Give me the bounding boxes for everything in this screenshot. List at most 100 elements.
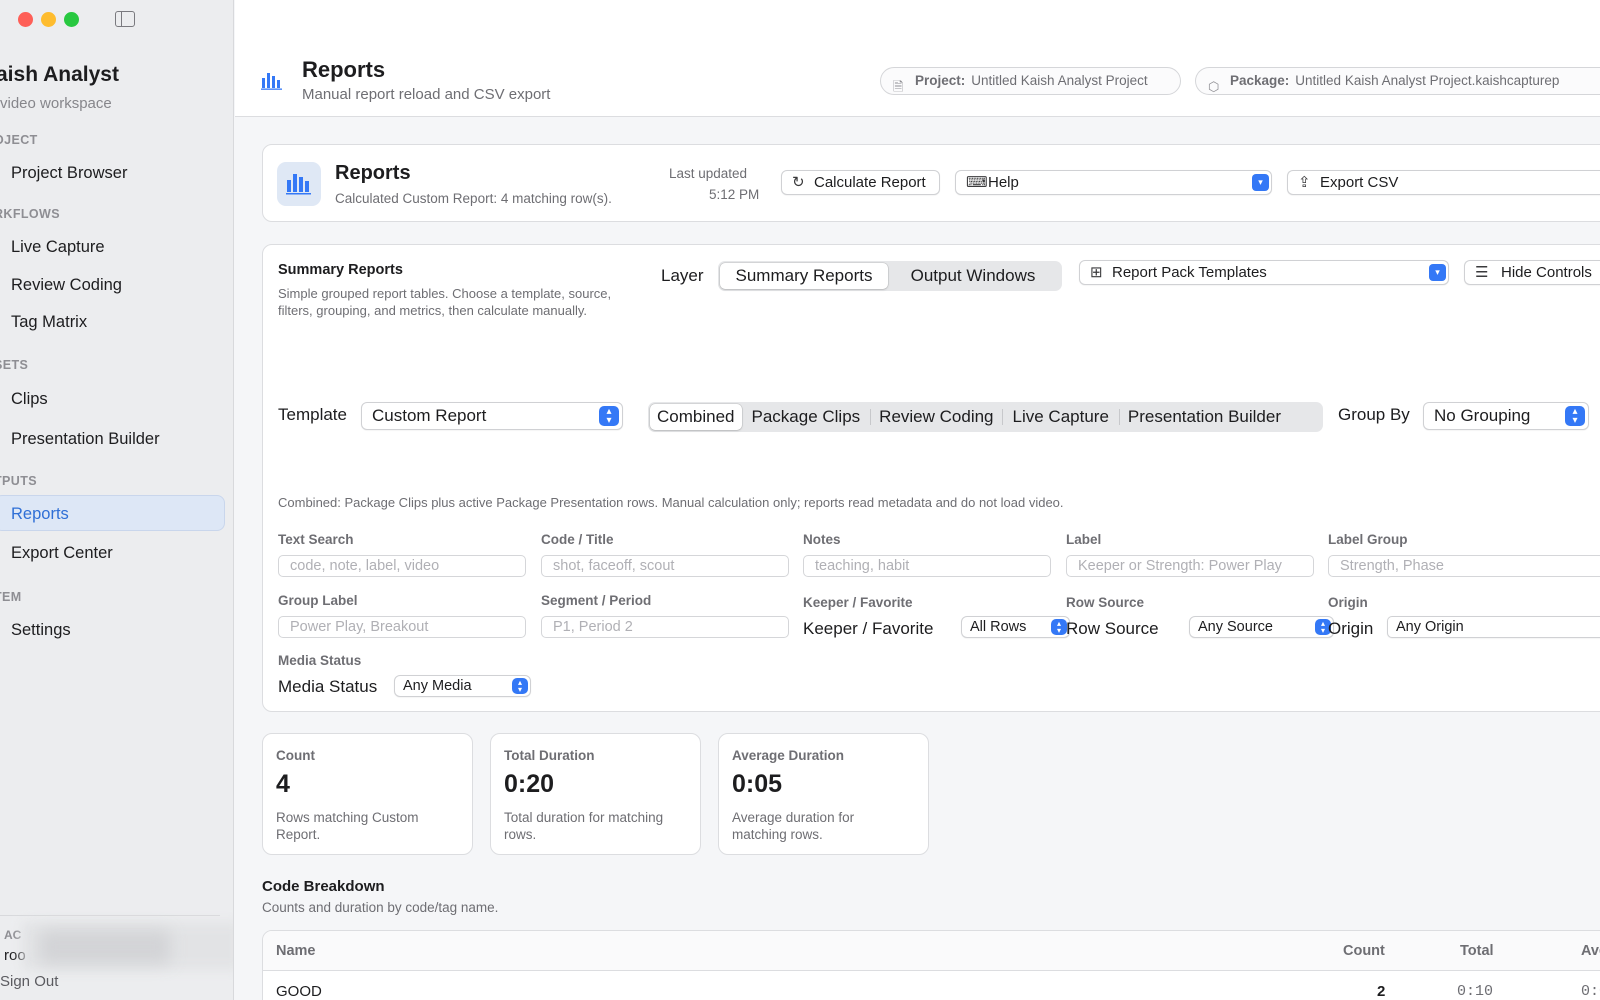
media-status-label: Media Status: [278, 653, 362, 668]
origin-inline-label: Origin: [1328, 619, 1374, 638]
source-combined[interactable]: Combined: [650, 404, 742, 430]
calculate-report-button[interactable]: ↻ Calculate Report: [781, 170, 940, 195]
stat-title: Count: [276, 748, 315, 763]
stat-card-count: Count 4 Rows matching Custom Report.: [262, 733, 473, 855]
chevron-down-icon: ▾: [1429, 264, 1446, 281]
cell-avg: 0:05: [1581, 983, 1600, 1000]
sidebar-toggle-icon[interactable]: [115, 11, 135, 27]
grid-icon: ⊞: [1090, 264, 1103, 281]
template-select[interactable]: Custom Report ▴ ▾: [361, 402, 623, 430]
summary-title: Summary Reports: [278, 262, 403, 278]
page-subtitle: Manual report reload and CSV export: [302, 86, 551, 103]
keyboard-icon: ⌨: [966, 174, 988, 191]
sidebar-item-settings[interactable]: Settings: [0, 612, 225, 648]
label-filter-input[interactable]: [1066, 555, 1314, 577]
row-source-value: Any Source: [1198, 619, 1273, 635]
text-search-input[interactable]: [278, 555, 526, 577]
code-title-input[interactable]: [541, 555, 789, 577]
report-pack-templates-dropdown[interactable]: ⊞ Report Pack Templates ▾: [1079, 260, 1449, 285]
up-down-chevron-icon: ▴ ▾: [1565, 406, 1585, 426]
layer-output-windows[interactable]: Output Windows: [888, 263, 1058, 289]
layer-summary-reports[interactable]: Summary Reports: [720, 263, 888, 289]
stat-title: Total Duration: [504, 748, 595, 763]
stat-description: Rows matching Custom Report.: [276, 810, 419, 842]
package-chip[interactable]: ⬡ Package: Untitled Kaish Analyst Project…: [1195, 67, 1600, 95]
project-chip-label: Project:: [915, 73, 966, 88]
sidebar-item-live-capture[interactable]: Live Capture: [0, 229, 225, 265]
label-group-label: Label Group: [1328, 532, 1408, 547]
report-card: Reports Calculated Custom Report: 4 matc…: [262, 144, 1600, 222]
media-status-select[interactable]: Any Media ▴ ▾: [394, 675, 531, 697]
column-header-count[interactable]: Count: [1343, 943, 1385, 959]
sidebar-item-export-center[interactable]: Export Center: [0, 535, 225, 571]
zoom-window-button[interactable]: [64, 12, 79, 27]
notes-label: Notes: [803, 532, 841, 547]
column-header-total[interactable]: Total: [1460, 943, 1494, 959]
package-icon: ⬡: [1208, 79, 1220, 94]
sign-out-button[interactable]: Sign Out: [0, 973, 58, 990]
last-updated-label: Last updated: [669, 166, 748, 181]
app-subtitle: video workspace: [0, 95, 112, 112]
up-down-chevron-icon: ▴ ▾: [512, 678, 528, 694]
project-chip[interactable]: 🗎 Project: Untitled Kaish Analyst Project: [880, 67, 1181, 95]
keeper-favorite-select[interactable]: All Rows ▴ ▾: [961, 616, 1070, 638]
source-note: Combined: Package Clips plus active Pack…: [278, 495, 1064, 510]
help-label: Help: [988, 174, 1019, 191]
page-header: Reports Manual report reload and CSV exp…: [235, 0, 1600, 117]
breakdown-subtitle: Counts and duration by code/tag name.: [262, 900, 499, 915]
sidebar-item-review-coding[interactable]: Review Coding: [0, 267, 225, 303]
summary-card: Summary Reports Simple grouped report ta…: [262, 244, 1600, 712]
group-label-input[interactable]: [278, 616, 526, 638]
column-header-avg[interactable]: Avg: [1581, 943, 1600, 959]
template-value: Custom Report: [372, 406, 487, 425]
layer-label: Layer: [661, 266, 704, 285]
close-window-button[interactable]: [18, 12, 33, 27]
sidebar-item-reports[interactable]: Reports: [0, 495, 225, 531]
source-segmented-control: Combined Package Clips Review Coding Liv…: [648, 402, 1323, 432]
stat-value: 0:20: [504, 770, 555, 798]
package-chip-value: Untitled Kaish Analyst Project.kaishcapt…: [1295, 73, 1560, 88]
column-header-name[interactable]: Name: [276, 943, 316, 959]
stat-value: 0:05: [732, 770, 783, 798]
export-csv-dropdown[interactable]: ⇪ Export CSV ▾: [1287, 170, 1600, 195]
sidebar: aish Analyst video workspace OJECT Proje…: [0, 0, 234, 1000]
report-pack-templates-label: Report Pack Templates: [1112, 264, 1267, 281]
cell-total: 0:10: [1457, 983, 1494, 1000]
source-live-capture[interactable]: Live Capture: [1003, 404, 1119, 430]
stat-value: 4: [276, 770, 290, 798]
hide-controls-button[interactable]: ☰ Hide Controls: [1464, 260, 1600, 285]
sidebar-item-tag-matrix[interactable]: Tag Matrix: [0, 304, 225, 340]
cell-name: GOOD: [276, 983, 322, 1000]
report-status: Calculated Custom Report: 4 matching row…: [335, 191, 612, 206]
row-source-select[interactable]: Any Source ▴ ▾: [1189, 616, 1334, 638]
source-package-clips[interactable]: Package Clips: [742, 404, 871, 430]
up-down-chevron-icon: ▴ ▾: [599, 406, 619, 426]
summary-description: Simple grouped report tables. Choose a t…: [278, 286, 612, 318]
refresh-icon: ↻: [792, 174, 805, 191]
label-group-input[interactable]: [1328, 555, 1600, 577]
help-dropdown[interactable]: ⌨ Help ▾: [955, 170, 1272, 195]
section-assets: SETS: [0, 358, 29, 372]
bar-chart-icon: [286, 174, 311, 195]
report-title: Reports: [335, 162, 411, 184]
media-status-inline-label: Media Status: [278, 677, 378, 696]
minimize-window-button[interactable]: [41, 12, 56, 27]
group-by-select[interactable]: No Grouping ▴ ▾: [1423, 402, 1589, 430]
last-updated-time: 5:12 PM: [709, 187, 760, 202]
redacted-account-detail: [40, 930, 170, 964]
source-review-coding[interactable]: Review Coding: [871, 404, 1001, 430]
notes-input[interactable]: [803, 555, 1051, 577]
origin-select[interactable]: Any Origin ▴▾: [1387, 616, 1600, 638]
sidebar-item-clips[interactable]: Clips: [0, 381, 225, 417]
sidebar-item-project-browser[interactable]: Project Browser: [0, 155, 225, 191]
cell-count: 2: [1377, 983, 1386, 1000]
window-controls: [18, 12, 79, 27]
account-section-label: AC: [4, 928, 22, 942]
source-presentation-builder[interactable]: Presentation Builder: [1120, 404, 1289, 430]
sidebar-item-presentation-builder[interactable]: Presentation Builder: [0, 421, 225, 457]
segment-period-input[interactable]: [541, 616, 789, 638]
keeper-favorite-label: Keeper / Favorite: [803, 595, 913, 610]
up-down-chevron-icon: ▴ ▾: [1051, 619, 1067, 635]
row-source-inline-label: Row Source: [1066, 619, 1159, 638]
layer-segmented-control: Summary Reports Output Windows: [718, 261, 1062, 291]
